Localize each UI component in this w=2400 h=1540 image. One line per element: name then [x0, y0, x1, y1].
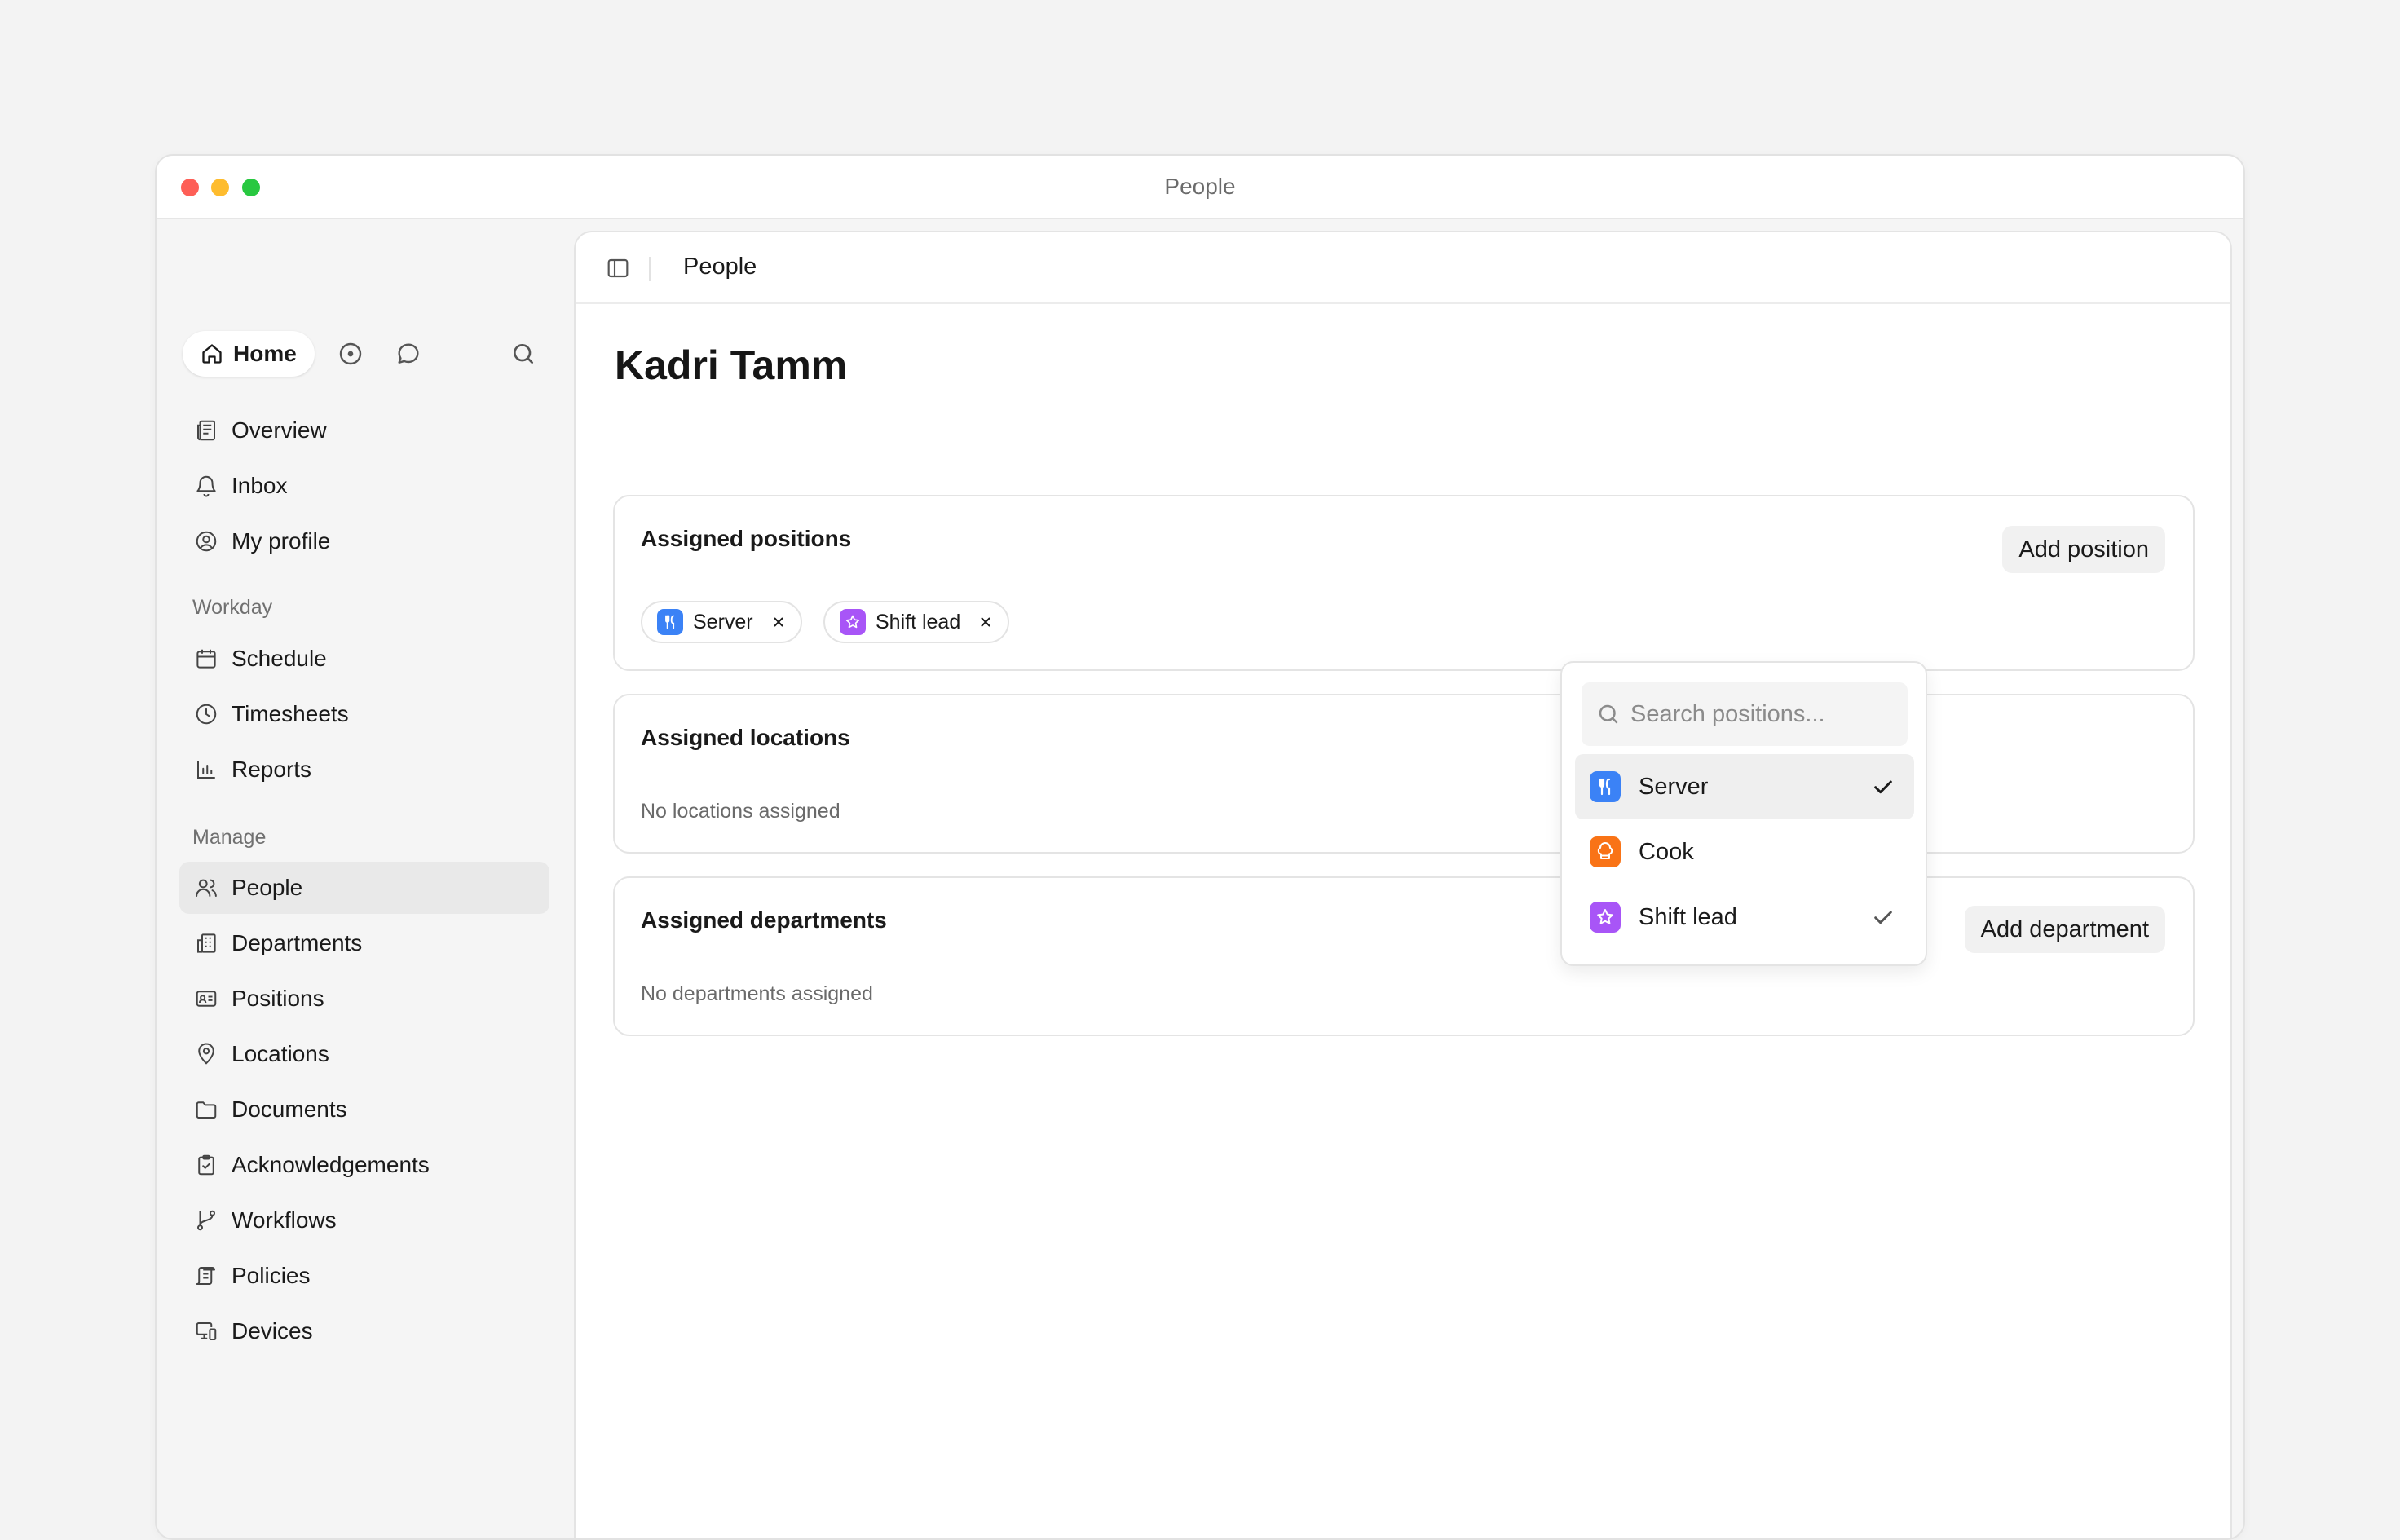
sidebar-item-devices[interactable]: Devices — [179, 1305, 549, 1357]
sidebar-item-workflows[interactable]: Workflows — [179, 1194, 549, 1247]
user-circle-icon — [192, 527, 220, 555]
git-branch-icon — [192, 1207, 220, 1234]
check-icon — [1870, 774, 1896, 806]
chat-icon[interactable] — [395, 341, 421, 367]
remove-icon[interactable] — [978, 615, 993, 629]
sidebar-item-label: My profile — [232, 528, 331, 554]
sidebar-item-label: Acknowledgements — [232, 1152, 430, 1177]
sidebar-item-people[interactable]: People — [179, 862, 549, 914]
option-label: Cook — [1639, 838, 1694, 865]
add-department-button[interactable]: Add department — [1964, 906, 2165, 953]
calendar-icon — [192, 645, 220, 673]
app-window: People Home Overview Inbox My profile Wo… — [155, 154, 2245, 1540]
section-title-workday: Workday — [192, 596, 273, 619]
utensils-icon — [657, 609, 683, 635]
title-bar: People — [157, 156, 2243, 219]
sidebar-item-label: People — [232, 875, 303, 900]
check-icon — [1870, 904, 1896, 937]
utensils-icon — [1590, 771, 1621, 802]
sidebar-item-schedule[interactable]: Schedule — [179, 633, 549, 685]
sidebar-item-overview[interactable]: Overview — [179, 404, 549, 457]
sidebar-item-timesheets[interactable]: Timesheets — [179, 688, 549, 740]
main-panel: People Kadri Tamm Assigned positions Add… — [574, 231, 2232, 1538]
sidebar-item-label: Documents — [232, 1097, 347, 1122]
assigned-positions-card: Assigned positions Add position Server S… — [613, 495, 2195, 671]
sidebar-item-my-profile[interactable]: My profile — [179, 515, 549, 567]
assigned-locations-card: Assigned locations No locations assigned — [613, 694, 2195, 854]
dropdown-option-shift-lead[interactable]: Shift lead — [1575, 885, 1914, 950]
chef-hat-icon — [1590, 836, 1621, 867]
sidebar-item-label: Departments — [232, 930, 363, 955]
search-input[interactable] — [1630, 700, 1908, 728]
top-nav: Home — [183, 331, 549, 377]
positions-dropdown: Server Cook Shift lead — [1560, 661, 1927, 966]
monitor-smartphone-icon — [192, 1317, 220, 1345]
home-icon — [202, 344, 222, 364]
sidebar-item-label: Positions — [232, 986, 324, 1011]
bar-chart-icon — [192, 756, 220, 783]
chip-label: Server — [693, 610, 753, 633]
add-position-button[interactable]: Add position — [2002, 526, 2165, 573]
sidebar-item-label: Devices — [232, 1318, 313, 1344]
folder-icon — [192, 1096, 220, 1123]
sidebar-item-reports[interactable]: Reports — [179, 744, 549, 796]
sidebar-item-label: Overview — [232, 417, 327, 443]
dropdown-option-server[interactable]: Server — [1575, 754, 1914, 819]
map-pin-icon — [192, 1040, 220, 1068]
star-icon — [1590, 902, 1621, 933]
sidebar-toggle-icon[interactable] — [605, 255, 631, 281]
activity-icon[interactable] — [338, 341, 364, 367]
position-chip-server: Server — [641, 601, 802, 643]
clock-icon — [192, 700, 220, 728]
sidebar-item-label: Locations — [232, 1041, 329, 1066]
sidebar-item-documents[interactable]: Documents — [179, 1083, 549, 1136]
sidebar: Home Overview Inbox My profile Workday S… — [157, 221, 572, 1538]
main-header: People — [576, 232, 2230, 304]
assigned-departments-card: Assigned departments Add department No d… — [613, 876, 2195, 1036]
window-title: People — [1164, 174, 1236, 199]
page-breadcrumb: People — [683, 254, 757, 280]
remove-icon[interactable] — [771, 615, 786, 629]
chip-label: Shift lead — [876, 610, 961, 633]
search-field[interactable] — [1582, 682, 1908, 746]
card-title: Assigned departments — [641, 907, 887, 933]
sidebar-item-policies[interactable]: Policies — [179, 1250, 549, 1302]
sidebar-item-label: Inbox — [232, 473, 288, 498]
users-icon — [192, 874, 220, 902]
option-label: Server — [1639, 773, 1709, 800]
dropdown-option-cook[interactable]: Cook — [1575, 819, 1914, 885]
position-chip-shift-lead: Shift lead — [823, 601, 1010, 643]
sidebar-item-label: Reports — [232, 757, 312, 782]
id-card-icon — [192, 985, 220, 1013]
sidebar-item-inbox[interactable]: Inbox — [179, 460, 549, 512]
header-divider — [649, 257, 651, 281]
home-label: Home — [233, 341, 297, 366]
empty-state-text: No locations assigned — [641, 800, 840, 823]
sidebar-item-acknowledgements[interactable]: Acknowledgements — [179, 1139, 549, 1191]
empty-state-text: No departments assigned — [641, 982, 873, 1005]
sidebar-item-label: Schedule — [232, 646, 327, 671]
sidebar-item-label: Policies — [232, 1263, 311, 1288]
sidebar-item-positions[interactable]: Positions — [179, 973, 549, 1025]
star-icon — [840, 609, 866, 635]
card-title: Assigned positions — [641, 526, 852, 551]
scroll-icon — [192, 1262, 220, 1290]
clipboard-check-icon — [192, 1151, 220, 1179]
sidebar-item-departments[interactable]: Departments — [179, 917, 549, 969]
sidebar-item-locations[interactable]: Locations — [179, 1028, 549, 1080]
home-button[interactable]: Home — [183, 331, 315, 377]
option-label: Shift lead — [1639, 903, 1737, 930]
sidebar-item-label: Workflows — [232, 1207, 337, 1233]
building-icon — [192, 929, 220, 957]
search-icon[interactable] — [510, 341, 536, 367]
section-title-manage: Manage — [192, 826, 267, 849]
sidebar-item-label: Timesheets — [232, 701, 349, 726]
bell-icon — [192, 472, 220, 500]
newspaper-icon — [192, 417, 220, 444]
page-title: Kadri Tamm — [615, 342, 848, 388]
search-icon — [1599, 704, 1618, 724]
card-title: Assigned locations — [641, 725, 850, 750]
